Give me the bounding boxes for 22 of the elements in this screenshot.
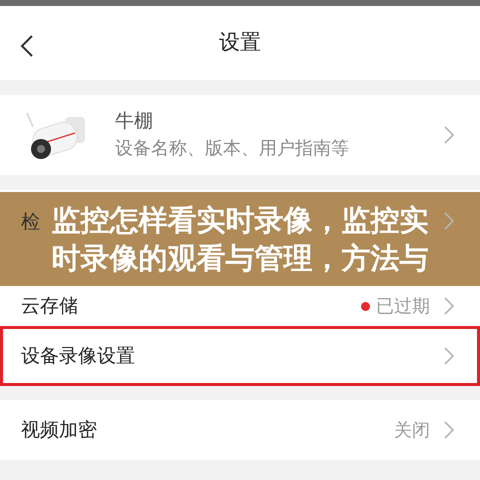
row-value: 已过期: [376, 294, 430, 318]
chevron-icon: [444, 212, 454, 230]
row-label: 设备录像设置: [21, 344, 135, 369]
device-row[interactable]: 牛棚 设备名称、版本、用户指南等: [0, 95, 480, 175]
chevron-icon: [444, 297, 454, 315]
banner-headline: 监控怎样看实时录像，监控实: [52, 202, 428, 239]
device-subtitle: 设备名称、版本、用户指南等: [115, 138, 350, 160]
chevron-icon: [444, 126, 454, 144]
row-label: 视频加密: [21, 418, 97, 443]
chevron-icon: [444, 421, 454, 439]
row-value: 关闭: [394, 418, 430, 442]
row-label: 检: [21, 210, 40, 235]
settings-row[interactable]: 设备录像设置: [0, 326, 480, 386]
screen-title: 设置: [219, 29, 261, 56]
banner-headline: 时录像的观看与管理，方法与: [52, 240, 428, 277]
row-label: 云存储: [21, 294, 78, 319]
settings-row[interactable]: 视频加密 关闭: [0, 400, 480, 460]
device-name: 牛棚: [115, 110, 154, 134]
settings-row[interactable]: 云存储 已过期: [0, 286, 480, 326]
back-icon: [20, 34, 34, 58]
back-button[interactable]: [20, 34, 34, 58]
chevron-icon: [444, 347, 454, 365]
